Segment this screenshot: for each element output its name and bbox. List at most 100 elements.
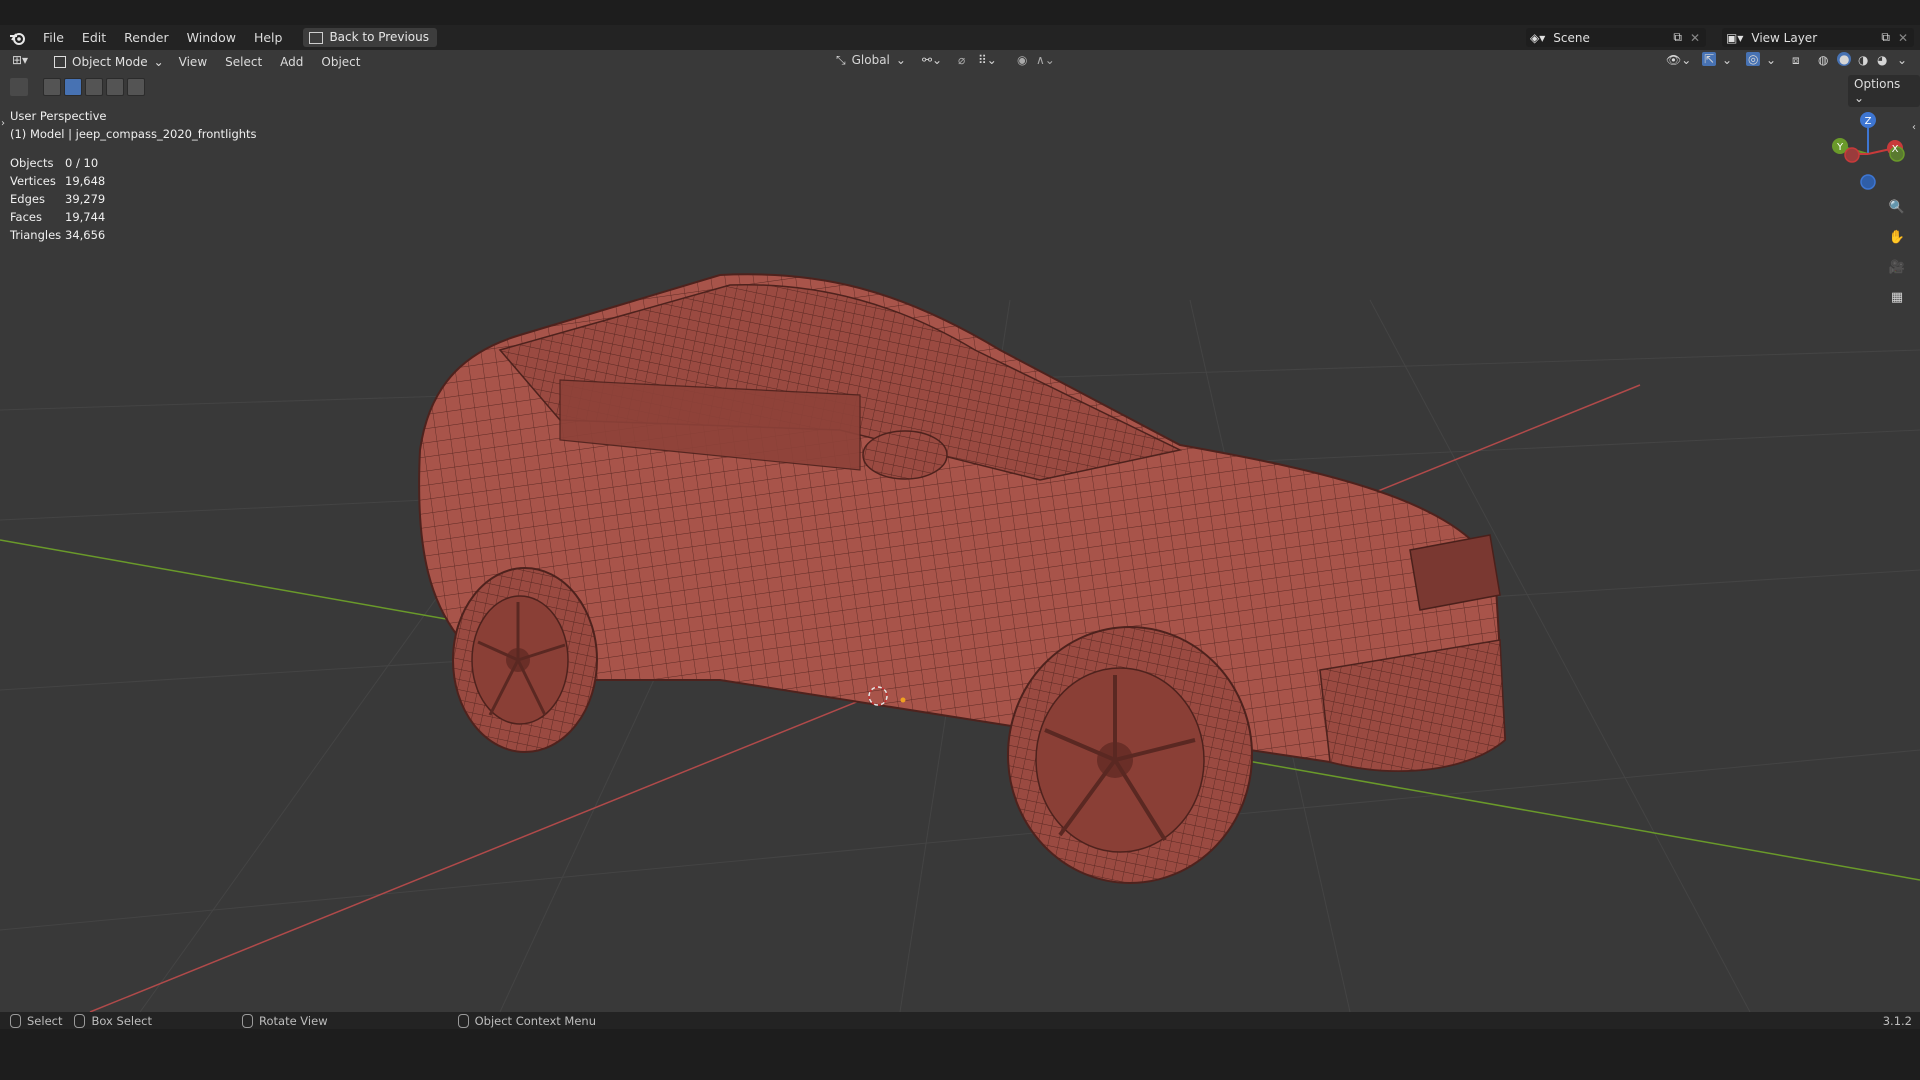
status-rotate-view: Rotate View — [259, 1013, 328, 1028]
shading-dropdown-icon[interactable]: ⌄ — [1897, 53, 1907, 67]
gizmo-toggle-icon[interactable]: ⇱ — [1702, 52, 1717, 66]
options-dropdown[interactable]: Options ⌄ — [1848, 75, 1920, 107]
delete-view-layer-icon[interactable]: ✕ — [1898, 31, 1908, 45]
visibility-icon[interactable]: 👁⌄ — [1666, 53, 1691, 67]
view-layer-icon: ▣▾ — [1726, 30, 1744, 45]
stat-row: Objects 0 / 10 — [10, 156, 105, 174]
stat-label: Edges — [10, 192, 45, 206]
overlays-dropdown-icon[interactable]: ⌄ — [1766, 53, 1776, 67]
material-shading-icon[interactable]: ◑ — [1858, 53, 1868, 67]
back-to-previous-label: Back to Previous — [329, 30, 429, 44]
select-invert-icon[interactable] — [106, 78, 124, 96]
options-label: Options — [1854, 77, 1901, 91]
mouse-right-icon — [457, 1013, 469, 1028]
proportional-edit-icon[interactable]: ◉ — [1017, 53, 1027, 67]
mouse-left-icon — [10, 1013, 21, 1028]
object-mode-dropdown[interactable]: Object Mode ⌄ — [48, 53, 170, 71]
select-tool-icon[interactable] — [10, 78, 28, 96]
view-layer-name: View Layer — [1751, 30, 1818, 45]
status-box-select: Box Select — [91, 1013, 152, 1028]
menu-help[interactable]: Help — [245, 25, 292, 50]
stat-value: 19,744 — [65, 210, 106, 224]
overlays-toggle-icon[interactable]: ◎ — [1746, 52, 1761, 66]
menu-select[interactable]: Select — [216, 55, 271, 69]
rendered-shading-icon[interactable]: ◕ — [1877, 53, 1887, 67]
ortho-grid-icon[interactable]: ▦ — [1885, 285, 1909, 309]
pivot-point-icon[interactable]: ⚯⌄ — [922, 53, 942, 67]
gizmo-x-label: X — [1892, 144, 1899, 155]
menu-add[interactable]: Add — [271, 55, 312, 69]
select-extend-icon[interactable] — [64, 78, 82, 96]
axes-icon: ⤡ — [836, 53, 846, 67]
menu-object[interactable]: Object — [312, 55, 369, 69]
view-layer-selector[interactable]: ▣▾ View Layer ⧉ ✕ — [1722, 28, 1914, 47]
scene-name: Scene — [1553, 30, 1590, 45]
pan-hand-icon[interactable]: ✋ — [1885, 225, 1909, 249]
gizmo-dropdown-icon[interactable]: ⌄ — [1722, 53, 1732, 67]
stat-value: 34,656 — [65, 228, 106, 242]
new-scene-icon[interactable]: ⧉ — [1673, 30, 1682, 45]
wireframe-shading-icon[interactable]: ◍ — [1818, 53, 1828, 67]
select-subtract-icon[interactable] — [85, 78, 103, 96]
toolbar-toggle-icon[interactable]: › — [1, 118, 5, 129]
version-label: 3.1.2 — [1882, 1013, 1912, 1028]
solid-shading-icon[interactable]: ● — [1837, 52, 1852, 66]
xray-toggle-icon[interactable]: ⧈ — [1792, 53, 1800, 68]
mouse-drag-icon — [74, 1013, 86, 1028]
stat-label: Triangles — [10, 228, 62, 242]
stat-label: Objects — [10, 156, 54, 170]
stat-row: Vertices 19,648 — [10, 174, 105, 192]
gizmo-z-label: Z — [1865, 116, 1872, 127]
stat-value: 39,279 — [65, 192, 106, 206]
camera-view-icon[interactable]: 🎥 — [1885, 255, 1909, 279]
menu-edit[interactable]: Edit — [73, 25, 115, 50]
mouse-middle-icon — [242, 1013, 253, 1028]
falloff-icon[interactable]: ∧⌄ — [1036, 53, 1055, 67]
stat-value: 19,648 — [65, 174, 106, 188]
snap-icon[interactable]: ⌀ — [958, 53, 965, 67]
scene-canvas[interactable]: Z Y X — [0, 50, 1920, 1012]
back-to-previous-button[interactable]: Back to Previous — [303, 28, 437, 47]
snap-increment-icon[interactable]: ⠿⌄ — [978, 53, 997, 67]
scene-selector[interactable]: ◈▾ Scene ⧉ ✕ — [1526, 28, 1706, 47]
blender-logo-icon[interactable] — [8, 28, 28, 48]
screen-back-icon — [309, 31, 324, 44]
stat-row: Edges 39,279 — [10, 192, 105, 210]
object-mode-icon — [54, 55, 66, 68]
scene-statistics: Objects 0 / 10 Vertices 19,648 Edges 39,279… — [10, 156, 105, 246]
status-context-menu: Object Context Menu — [474, 1013, 596, 1028]
status-select: Select — [27, 1013, 63, 1028]
perspective-label: User Perspective — [10, 109, 107, 123]
jeep-model[interactable] — [418, 273, 1507, 884]
stat-label: Faces — [10, 210, 42, 224]
transform-orientation-label: Global — [851, 53, 890, 67]
top-menubar: File Edit Render Window Help Back to Pre… — [0, 25, 1920, 50]
delete-scene-icon[interactable]: ✕ — [1690, 31, 1700, 45]
chevron-down-icon: ⌄ — [895, 53, 906, 67]
status-bar: Select Box Select Rotate View Object Con… — [0, 1012, 1920, 1029]
new-view-layer-icon[interactable]: ⧉ — [1881, 30, 1890, 45]
active-object-label: (1) Model | jeep_compass_2020_frontlight… — [10, 127, 257, 141]
menu-view[interactable]: View — [170, 55, 216, 69]
3d-viewport[interactable]: Z Y X ⊞▾ Object Mode ⌄ View Select Add O… — [0, 50, 1920, 1012]
transform-orientation-dropdown[interactable]: ⤡ Global ⌄ — [836, 53, 906, 68]
sidebar-toggle-icon[interactable]: ‹ — [1912, 122, 1916, 133]
select-new-icon[interactable] — [43, 78, 61, 96]
select-intersect-icon[interactable] — [127, 78, 145, 96]
select-mode-tools — [10, 78, 145, 96]
object-mode-label: Object Mode — [72, 54, 148, 69]
scene-icon: ◈▾ — [1530, 30, 1546, 45]
menu-file[interactable]: File — [34, 25, 73, 50]
stat-row: Triangles 34,656 — [10, 228, 105, 246]
menu-window[interactable]: Window — [178, 25, 245, 50]
menu-render[interactable]: Render — [115, 25, 178, 50]
navigation-gizmo[interactable]: Z Y X — [1832, 112, 1905, 190]
gizmo-y-label: Y — [1836, 142, 1844, 153]
stat-value: 0 / 10 — [65, 156, 99, 170]
stat-label: Vertices — [10, 174, 56, 188]
stat-row: Faces 19,744 — [10, 210, 105, 228]
zoom-icon[interactable]: 🔍 — [1885, 195, 1909, 219]
viewport-header: ⊞▾ Object Mode ⌄ View Select Add Object … — [0, 50, 1920, 73]
chevron-down-icon: ⌄ — [153, 54, 164, 69]
editor-type-icon[interactable]: ⊞▾ — [12, 53, 28, 67]
